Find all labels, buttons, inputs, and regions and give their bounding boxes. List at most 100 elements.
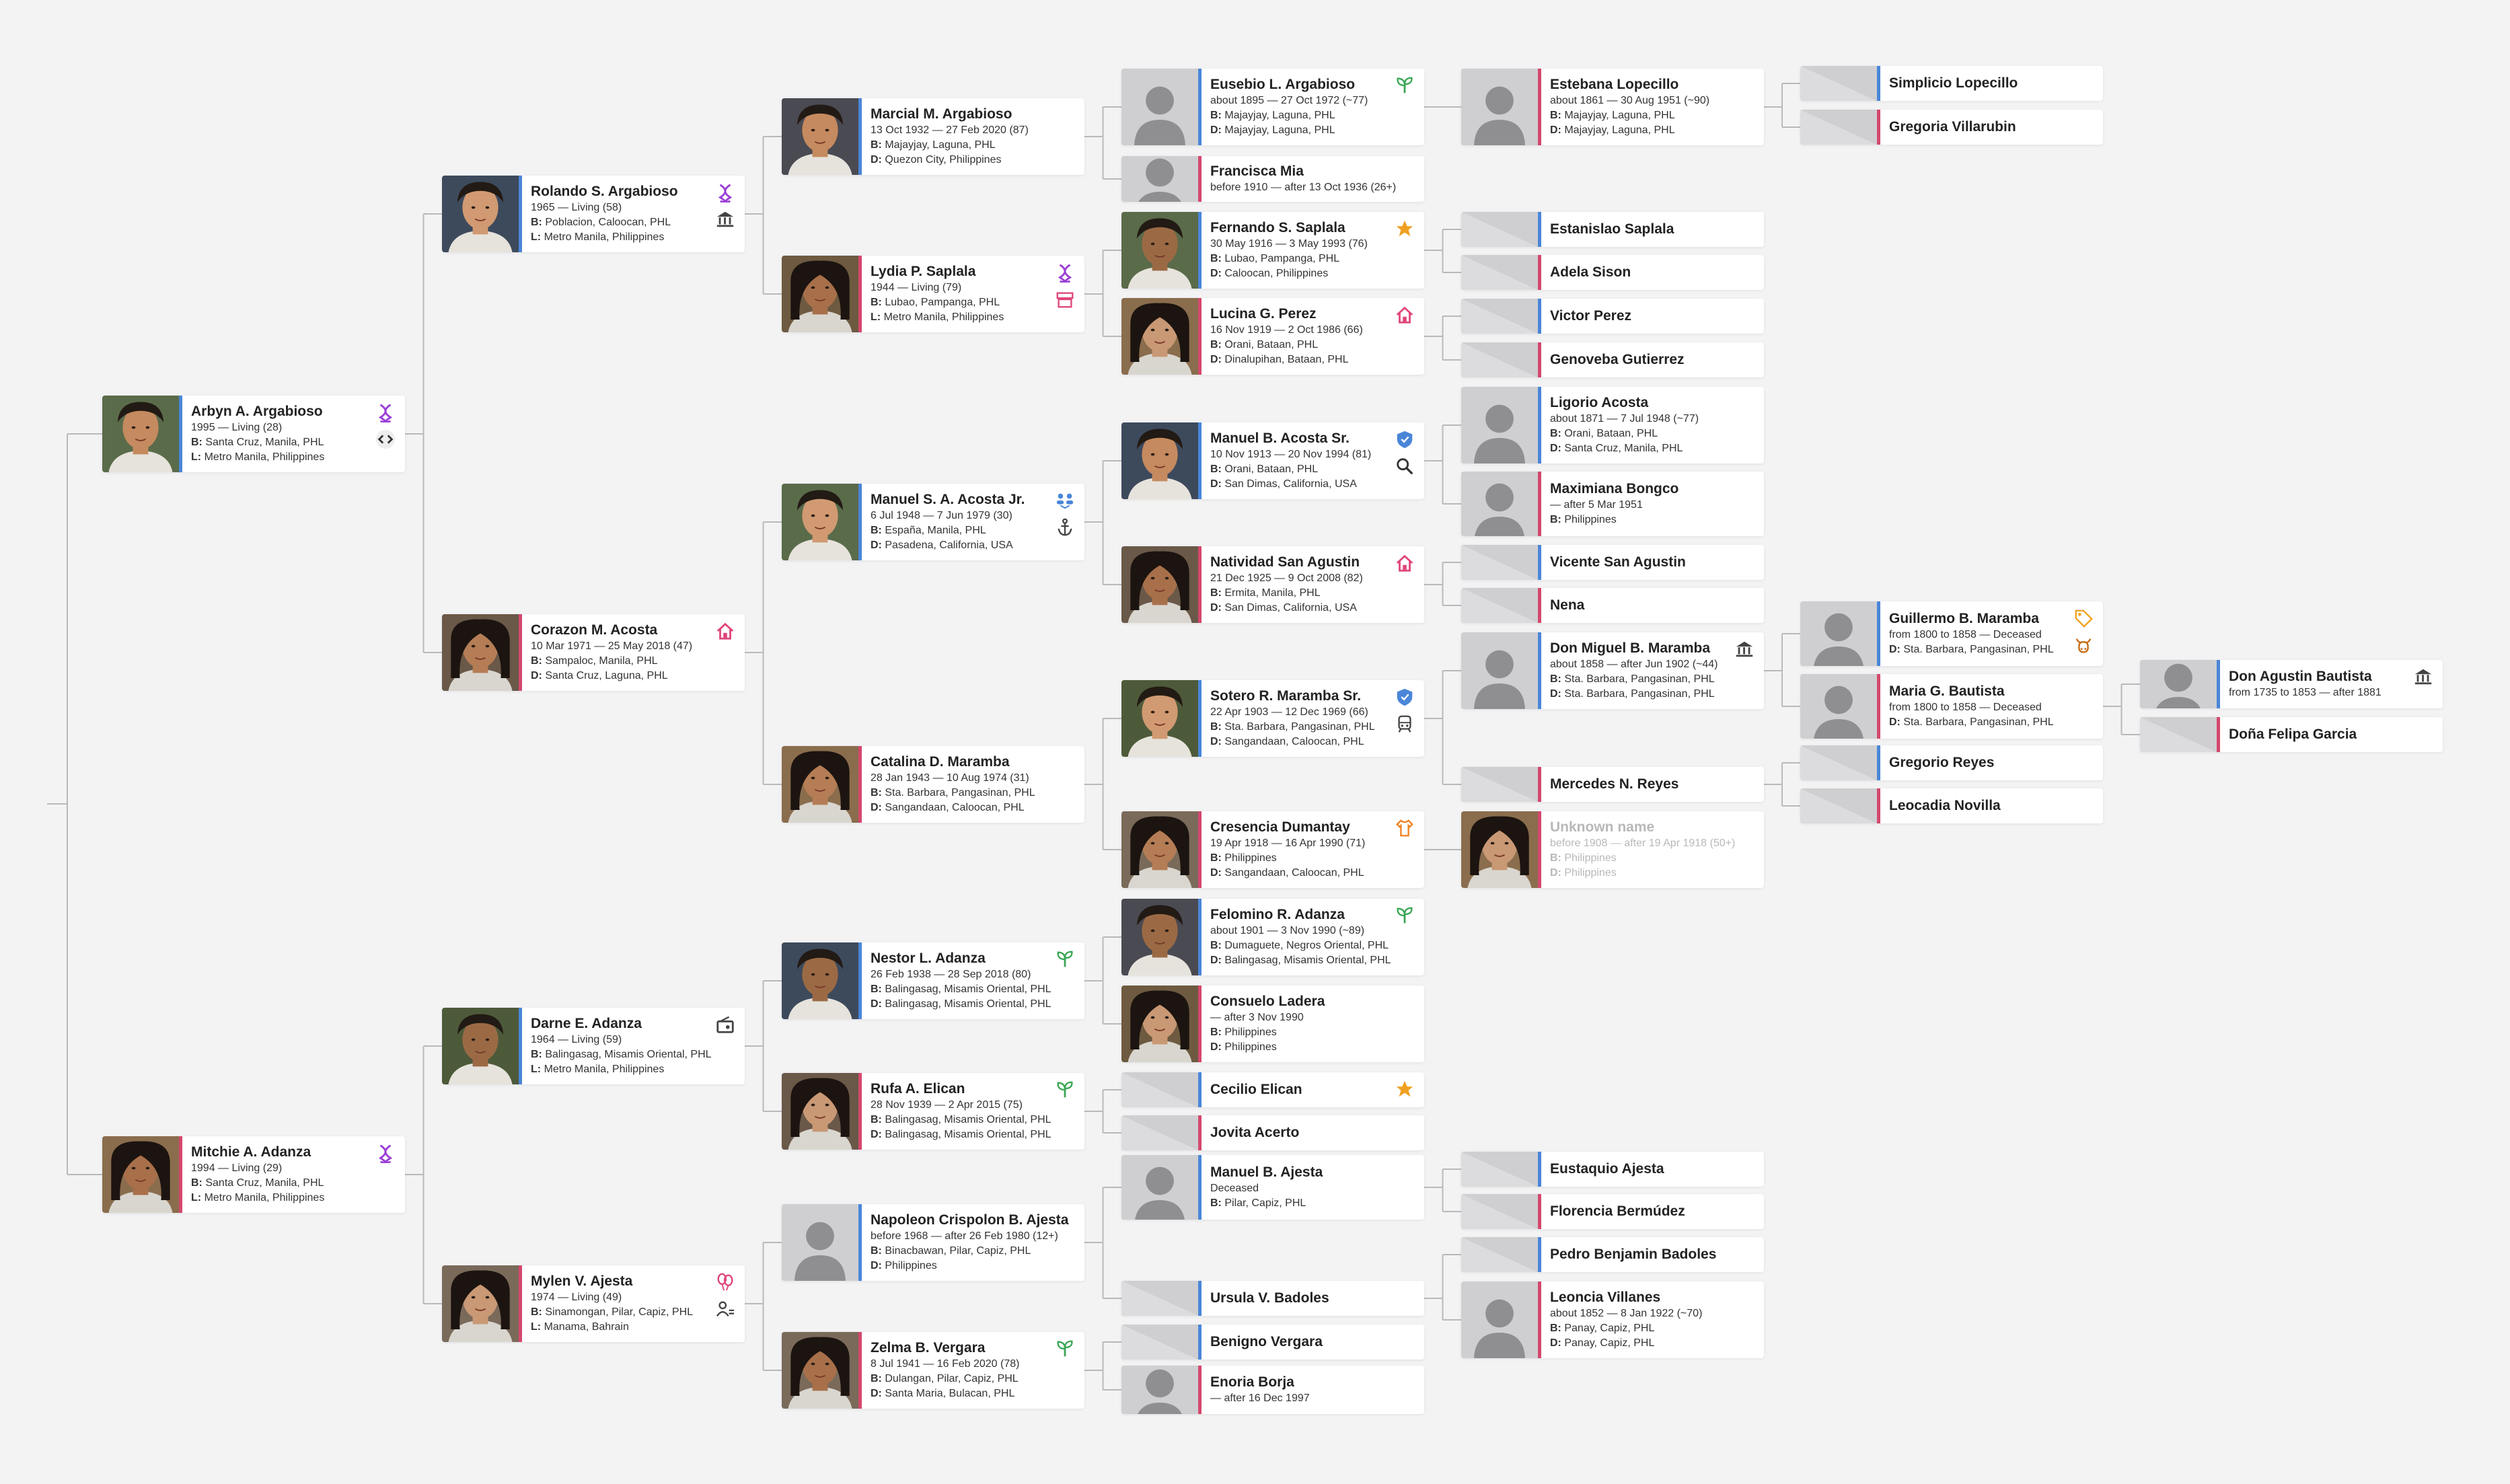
person-card-j2[interactable]: Gregoria Villarubin xyxy=(1800,110,2103,145)
person-card-p1[interactable]: Arbyn A. Argabioso 1995 — Living (28) B: S… xyxy=(102,396,405,472)
person-card-g3[interactable]: Manuel S. A. Acosta Jr. 6 Jul 1948 — 7 Ju… xyxy=(782,484,1084,560)
life-span: 28 Jan 1943 — 10 Aug 1974 (31) xyxy=(871,771,1044,786)
life-span-value: 1974 — Living (49) xyxy=(531,1292,622,1303)
person-card-h15[interactable]: Benigno Vergara xyxy=(1121,1325,1424,1360)
cow-icon[interactable] xyxy=(2072,634,2095,657)
person-card-i2[interactable]: Estanislao Saplala xyxy=(1461,212,1764,247)
person-card-r2[interactable]: Corazon M. Acosta 10 Mar 1971 — 25 May 20… xyxy=(442,614,745,691)
dna-icon[interactable] xyxy=(714,181,737,204)
star-icon[interactable] xyxy=(1393,217,1416,240)
sprout-icon[interactable] xyxy=(1393,904,1416,927)
person-card-k2[interactable]: Doña Felipa Garcia xyxy=(2140,717,2443,752)
person-card-p2[interactable]: Mitchie A. Adanza 1994 — Living (29) B: Sa… xyxy=(102,1136,405,1213)
person-card-h3[interactable]: Fernando S. Saplala 30 May 1916 — 3 May 1… xyxy=(1121,212,1424,289)
female-indicator xyxy=(858,256,862,332)
shirt-icon[interactable] xyxy=(1393,817,1416,840)
person-card-g2[interactable]: Lydia P. Saplala 1944 — Living (79) B: Lub… xyxy=(782,256,1084,332)
search-icon[interactable] xyxy=(1393,455,1416,478)
person-card-h16[interactable]: Enoria Borja — after 16 Dec 1997 xyxy=(1121,1366,1424,1414)
person-card-j6[interactable]: Leocadia Novilla xyxy=(1800,788,2103,823)
person-icon[interactable] xyxy=(714,1298,737,1321)
store-icon[interactable] xyxy=(1054,288,1076,311)
person-card-h5[interactable]: Manuel B. Acosta Sr. 10 Nov 1913 — 20 Nov… xyxy=(1121,422,1424,499)
person-card-r4[interactable]: Mylen V. Ajesta 1974 — Living (49) B: Sina… xyxy=(442,1265,745,1342)
person-card-i9[interactable]: Nena xyxy=(1461,588,1764,623)
anchor-icon[interactable] xyxy=(1054,516,1076,539)
living-place: L: Metro Manila, Philippines xyxy=(531,1062,704,1077)
home-icon[interactable] xyxy=(1393,303,1416,326)
person-photo xyxy=(1121,899,1198,975)
person-card-g5[interactable]: Nestor L. Adanza 26 Feb 1938 — 28 Sep 201… xyxy=(782,942,1084,1019)
sprout-icon[interactable] xyxy=(1393,74,1416,97)
person-card-j4[interactable]: Maria G. Bautista from 1800 to 1858 — Dec… xyxy=(1800,674,2103,739)
death-place-label: D: xyxy=(1210,268,1222,279)
person-card-r3[interactable]: Darne E. Adanza 1964 — Living (59) B: Bali… xyxy=(442,1008,745,1084)
dna-icon[interactable] xyxy=(374,401,397,424)
shield-icon[interactable] xyxy=(1393,685,1416,708)
shield-icon[interactable] xyxy=(1393,428,1416,451)
person-card-g4[interactable]: Catalina D. Maramba 28 Jan 1943 — 10 Aug … xyxy=(782,746,1084,823)
person-card-h6[interactable]: Natividad San Agustin 21 Dec 1925 — 9 Oct… xyxy=(1121,546,1424,623)
person-card-i3[interactable]: Adela Sison xyxy=(1461,255,1764,290)
person-card-i12[interactable]: Unknown name before 1908 — after 19 Apr 1… xyxy=(1461,811,1764,888)
person-card-r1[interactable]: Rolando S. Argabioso 1965 — Living (58) B:… xyxy=(442,176,745,252)
person-card-j5[interactable]: Gregorio Reyes xyxy=(1800,745,2103,780)
bank-icon[interactable] xyxy=(714,208,737,231)
bank-icon[interactable] xyxy=(2412,665,2435,688)
train-icon[interactable] xyxy=(1393,712,1416,735)
dna-icon[interactable] xyxy=(374,1142,397,1164)
person-card-g1[interactable]: Marcial M. Argabioso 13 Oct 1932 — 27 Feb… xyxy=(782,98,1084,175)
person-card-i5[interactable]: Genoveba Gutierrez xyxy=(1461,342,1764,377)
sprout-icon[interactable] xyxy=(1054,1337,1076,1360)
person-card-h10[interactable]: Consuelo Ladera — after 3 Nov 1990 B: Phil… xyxy=(1121,986,1424,1062)
balloon-icon[interactable] xyxy=(714,1271,737,1294)
person-card-j3[interactable]: Guillermo B. Maramba from 1800 to 1858 — … xyxy=(1800,601,2103,666)
badge-icons xyxy=(2072,607,2095,657)
life-span-value: about 1901 — 3 Nov 1990 (~89) xyxy=(1210,925,1365,936)
birth-place-value: Sta. Barbara, Pangasinan, PHL xyxy=(1564,673,1715,685)
people-icon[interactable] xyxy=(1054,489,1076,512)
sprout-icon[interactable] xyxy=(1054,1078,1076,1101)
person-card-g6[interactable]: Rufa A. Elican 28 Nov 1939 — 2 Apr 2015 (… xyxy=(782,1073,1084,1150)
person-card-h8[interactable]: Cresencia Dumantay 19 Apr 1918 — 16 Apr 1… xyxy=(1121,811,1424,888)
person-card-i6[interactable]: Ligorio Acosta about 1871 — 7 Jul 1948 (~… xyxy=(1461,387,1764,463)
tag-icon[interactable] xyxy=(2072,607,2095,630)
male-indicator xyxy=(179,396,182,472)
person-card-h9[interactable]: Felomino R. Adanza about 1901 — 3 Nov 199… xyxy=(1121,899,1424,975)
person-card-h14[interactable]: Ursula V. Badoles xyxy=(1121,1281,1424,1316)
birth-place-label: B: xyxy=(1210,463,1222,475)
person-card-k1[interactable]: Don Agustin Bautista from 1735 to 1853 — … xyxy=(2140,660,2443,708)
person-card-i16[interactable]: Leoncia Villanes about 1852 — 8 Jan 1922 … xyxy=(1461,1282,1764,1358)
person-card-i4[interactable]: Victor Perez xyxy=(1461,299,1764,334)
home-icon[interactable] xyxy=(1393,552,1416,574)
home-icon[interactable] xyxy=(714,620,737,642)
person-card-i15[interactable]: Pedro Benjamin Badoles xyxy=(1461,1237,1764,1272)
person-card-i8[interactable]: Vicente San Agustin xyxy=(1461,545,1764,580)
person-card-i1[interactable]: Estebana Lopecillo about 1861 — 30 Aug 19… xyxy=(1461,69,1764,145)
person-card-h1[interactable]: Eusebio L. Argabioso about 1895 — 27 Oct … xyxy=(1121,69,1424,145)
person-card-h13[interactable]: Manuel B. Ajesta Deceased B: Pilar, Capiz,… xyxy=(1121,1155,1424,1220)
life-span: 19 Apr 1918 — 16 Apr 1990 (71) xyxy=(1210,836,1384,851)
radio-icon[interactable] xyxy=(714,1013,737,1036)
bank-icon[interactable] xyxy=(1733,638,1756,661)
person-card-i10[interactable]: Don Miguel B. Maramba about 1858 — after … xyxy=(1461,632,1764,709)
person-card-i11[interactable]: Mercedes N. Reyes xyxy=(1461,767,1764,802)
person-card-h2[interactable]: Francisca Mia before 1910 — after 13 Oct … xyxy=(1121,156,1424,202)
person-card-j1[interactable]: Simplicio Lopecillo xyxy=(1800,66,2103,101)
code-icon[interactable] xyxy=(374,428,397,451)
person-card-h7[interactable]: Sotero R. Maramba Sr. 22 Apr 1903 — 12 De… xyxy=(1121,680,1424,757)
avatar-placeholder-icon xyxy=(1461,632,1538,709)
person-card-i14[interactable]: Florencia Bermúdez xyxy=(1461,1194,1764,1229)
star-icon[interactable] xyxy=(1393,1078,1416,1101)
person-card-h11[interactable]: Cecilio Elican xyxy=(1121,1072,1424,1107)
person-card-g8[interactable]: Zelma B. Vergara 8 Jul 1941 — 16 Feb 2020… xyxy=(782,1332,1084,1409)
person-card-h12[interactable]: Jovita Acerto xyxy=(1121,1115,1424,1150)
sprout-icon[interactable] xyxy=(1054,948,1076,971)
dna-icon[interactable] xyxy=(1054,261,1076,284)
person-card-h4[interactable]: Lucina G. Perez 16 Nov 1919 — 2 Oct 1986 … xyxy=(1121,298,1424,375)
person-card-i7[interactable]: Maximiana Bongco — after 5 Mar 1951 B: Phi… xyxy=(1461,472,1764,536)
life-span: about 1895 — 27 Oct 1972 (~77) xyxy=(1210,94,1384,108)
person-name: Nestor L. Adanza xyxy=(871,951,986,966)
person-card-i13[interactable]: Eustaquio Ajesta xyxy=(1461,1152,1764,1187)
person-card-g7[interactable]: Napoleon Crispolon B. Ajesta before 1968 … xyxy=(782,1204,1084,1281)
